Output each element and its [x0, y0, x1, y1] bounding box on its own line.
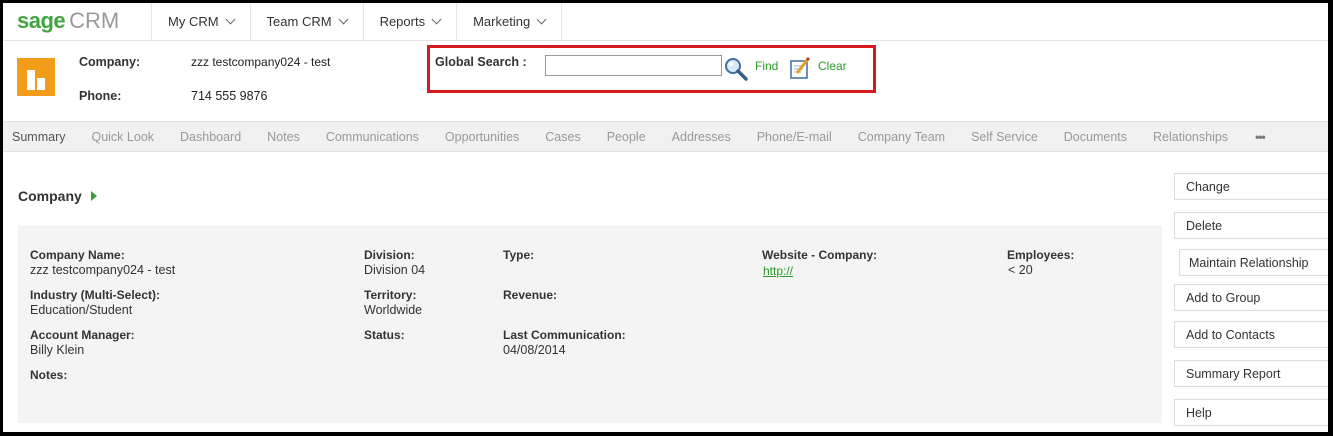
type-label: Type:	[503, 248, 535, 262]
company-name-value: zzz testcompany024 - test	[30, 263, 176, 277]
last-communication-value: 04/08/2014	[503, 343, 566, 357]
section-title-company[interactable]: Company	[18, 188, 82, 204]
header-company-label: Company:	[79, 55, 141, 69]
more-tabs-icon[interactable]: •••	[1241, 130, 1279, 144]
menu-my-crm[interactable]: My CRM	[151, 3, 250, 40]
summary-report-button[interactable]: Summary Report	[1174, 360, 1328, 387]
employees-value: < 20	[1008, 263, 1033, 277]
account-manager-value: Billy Klein	[30, 343, 85, 357]
revenue-label: Revenue:	[503, 288, 558, 302]
global-search-label: Global Search :	[435, 55, 527, 69]
tab-opportunities[interactable]: Opportunities	[432, 130, 532, 144]
website-label: Website - Company:	[762, 248, 878, 262]
header-company-value: zzz testcompany024 - test	[191, 55, 331, 69]
tab-people[interactable]: People	[594, 130, 659, 144]
logo-sage-text: sage	[17, 8, 66, 33]
chevron-down-icon	[536, 14, 547, 25]
company-tabs: Summary Quick Look Dashboard Notes Commu…	[3, 121, 1328, 152]
help-button[interactable]: Help	[1174, 399, 1328, 426]
clear-link[interactable]: Clear	[818, 59, 847, 73]
tab-phone-email[interactable]: Phone/E-mail	[744, 130, 845, 144]
main-menu: My CRM Team CRM Reports Marketing	[151, 3, 563, 40]
header-phone-value: 714 555 9876	[191, 89, 268, 103]
global-search-input[interactable]	[545, 55, 722, 76]
territory-label: Territory:	[364, 288, 417, 302]
tab-self-service[interactable]: Self Service	[958, 130, 1051, 144]
status-label: Status:	[364, 328, 405, 342]
maintain-relationship-button[interactable]: Maintain Relationship	[1179, 249, 1328, 276]
magnifier-search-icon[interactable]	[723, 56, 749, 82]
crm-window: sage CRM My CRM Team CRM Reports Marketi…	[3, 3, 1328, 432]
employees-label: Employees:	[1007, 248, 1075, 262]
tab-communications[interactable]: Communications	[313, 130, 432, 144]
header-phone-label: Phone:	[79, 89, 122, 103]
company-entity-icon	[17, 58, 55, 96]
menu-marketing[interactable]: Marketing	[456, 3, 563, 40]
division-label: Division:	[364, 248, 415, 262]
industry-label: Industry (Multi-Select):	[30, 288, 161, 302]
tab-addresses[interactable]: Addresses	[659, 130, 744, 144]
add-to-group-button[interactable]: Add to Group	[1174, 284, 1328, 311]
company-details-panel: Company Name: zzz testcompany024 - test …	[18, 226, 1162, 423]
menu-team-crm-label: Team CRM	[266, 14, 332, 29]
add-to-contacts-button[interactable]: Add to Contacts	[1174, 321, 1328, 348]
menu-my-crm-label: My CRM	[168, 14, 219, 29]
menu-team-crm[interactable]: Team CRM	[249, 3, 363, 40]
menu-reports[interactable]: Reports	[362, 3, 457, 40]
tab-company-team[interactable]: Company Team	[845, 130, 958, 144]
notes-label: Notes:	[30, 368, 68, 382]
territory-value: Worldwide	[364, 303, 423, 317]
tab-documents[interactable]: Documents	[1051, 130, 1140, 144]
change-button[interactable]: Change	[1174, 173, 1328, 200]
company-name-label: Company Name:	[30, 248, 125, 262]
website-link[interactable]: http://	[763, 264, 793, 278]
industry-value: Education/Student	[30, 303, 133, 317]
tab-quick-look[interactable]: Quick Look	[78, 130, 167, 144]
menu-reports-label: Reports	[379, 14, 426, 29]
expand-arrow-icon[interactable]	[91, 191, 97, 201]
menu-marketing-label: Marketing	[473, 14, 531, 29]
tab-summary[interactable]: Summary	[3, 130, 78, 144]
tab-notes[interactable]: Notes	[254, 130, 313, 144]
division-value: Division 04	[364, 263, 426, 277]
find-link[interactable]: Find	[755, 59, 778, 73]
clear-notepad-icon[interactable]	[789, 56, 811, 80]
tab-cases[interactable]: Cases	[532, 130, 593, 144]
tab-relationships[interactable]: Relationships	[1140, 130, 1241, 144]
chevron-down-icon	[431, 14, 442, 25]
last-communication-label: Last Communication:	[503, 328, 626, 342]
logo-crm-text: CRM	[69, 8, 120, 33]
chevron-down-icon	[338, 14, 349, 25]
chevron-down-icon	[225, 14, 235, 25]
account-manager-label: Account Manager:	[30, 328, 135, 342]
tab-dashboard[interactable]: Dashboard	[167, 130, 254, 144]
top-navigation: sage CRM My CRM Team CRM Reports Marketi…	[3, 3, 1328, 41]
delete-button[interactable]: Delete	[1174, 212, 1328, 239]
sage-crm-logo[interactable]: sage CRM	[17, 8, 119, 34]
